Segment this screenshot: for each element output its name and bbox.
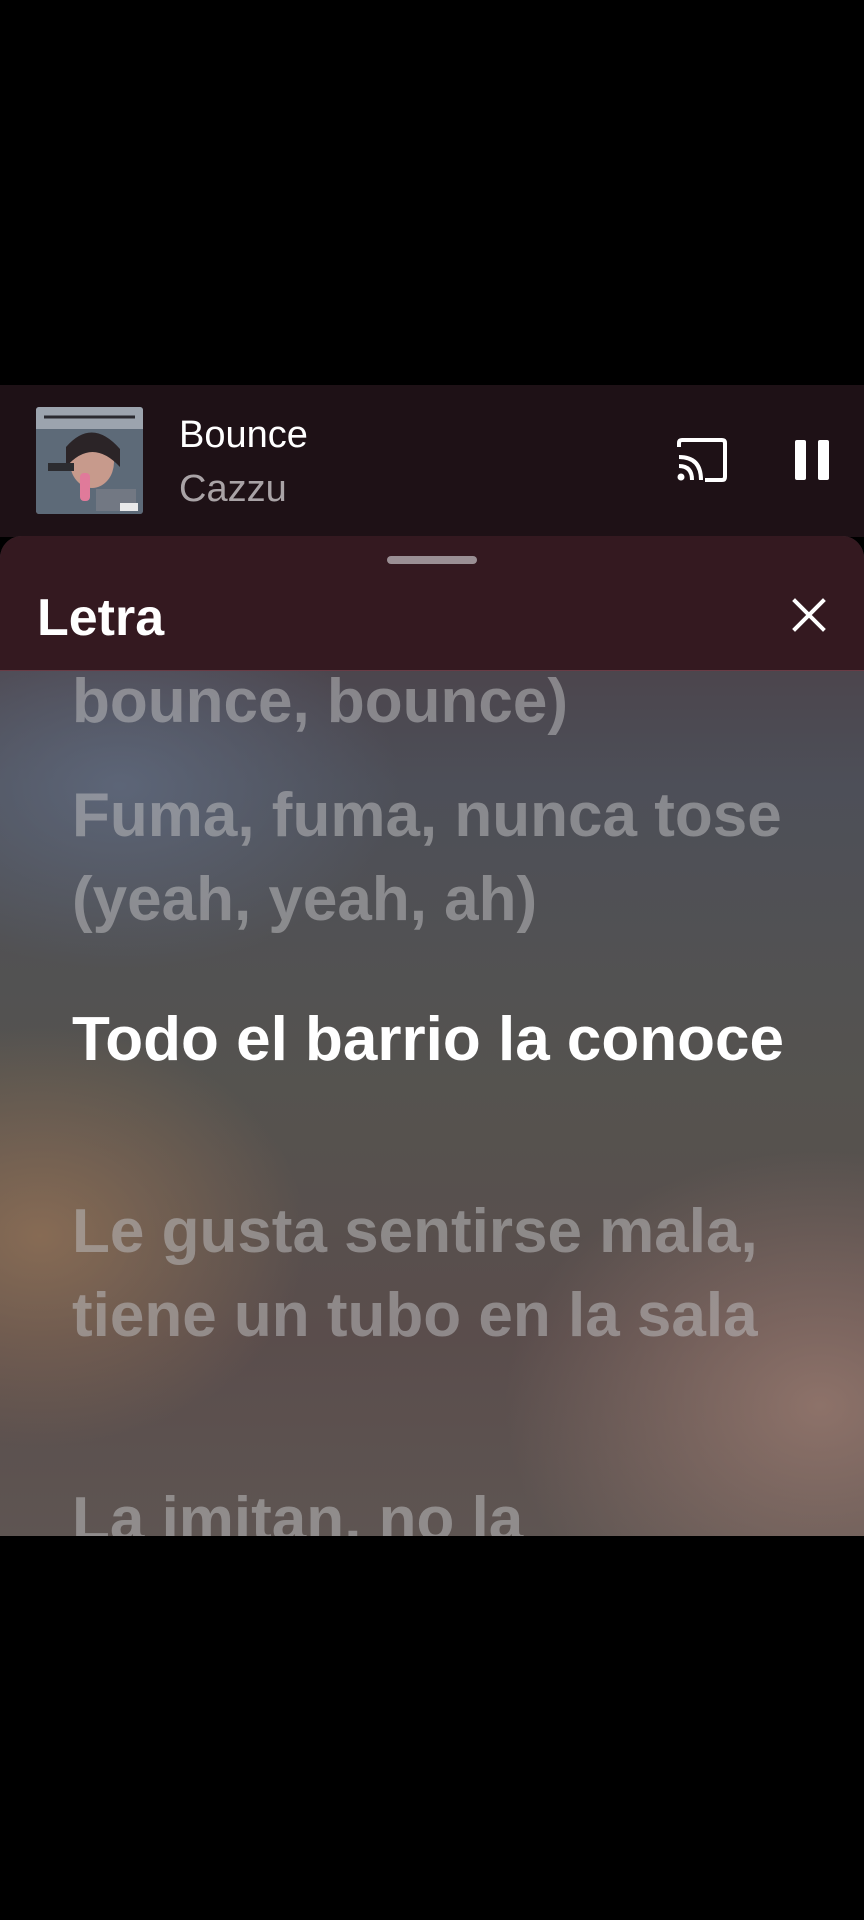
lyrics-sheet-header: Letra [0, 536, 864, 671]
drag-handle[interactable] [387, 556, 477, 564]
lyric-line-active[interactable]: Todo el barrio la conoce [72, 998, 812, 1082]
screen: Bounce Cazzu Letra bounce, bounce) Fuma,… [0, 0, 864, 1920]
album-art-image [36, 407, 143, 514]
close-icon [792, 598, 826, 632]
cast-icon [677, 438, 727, 482]
pause-icon [795, 440, 829, 480]
mini-player[interactable]: Bounce Cazzu [0, 385, 864, 537]
cast-button[interactable] [675, 437, 729, 483]
lyrics-scroll-area[interactable]: bounce, bounce) Fuma, fuma, nunca tose (… [72, 670, 812, 1536]
lyrics-title: Letra [37, 589, 165, 647]
lyric-line[interactable]: bounce, bounce) [72, 670, 812, 744]
pause-button[interactable] [792, 437, 832, 483]
lyric-line[interactable]: Fuma, fuma, nunca tose (yeah, yeah, ah) [72, 774, 812, 942]
lyric-line[interactable]: La imitan, no la [72, 1478, 812, 1536]
album-art [36, 407, 143, 514]
track-info[interactable]: Bounce Cazzu [179, 413, 308, 511]
lyric-line[interactable]: Le gusta sentirse mala, tiene un tubo en… [72, 1190, 812, 1358]
track-title: Bounce [179, 414, 308, 456]
track-artist: Cazzu [179, 468, 287, 510]
lyrics-sheet: Letra bounce, bounce) Fuma, fuma, nunca … [0, 536, 864, 1536]
close-button[interactable] [787, 593, 831, 637]
